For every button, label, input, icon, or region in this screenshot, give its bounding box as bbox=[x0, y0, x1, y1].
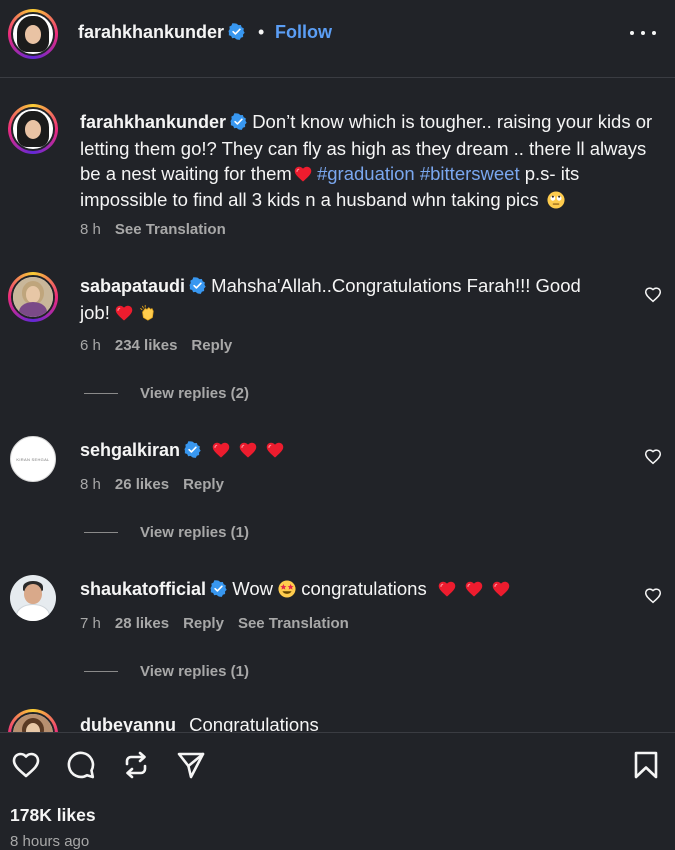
comment-avatar[interactable] bbox=[8, 272, 58, 322]
heart-emoji-icon bbox=[492, 580, 510, 598]
follow-button[interactable]: Follow bbox=[275, 22, 332, 43]
comment-username[interactable]: sabapataudi bbox=[80, 276, 185, 296]
author-name-row: farahkhankunder bbox=[78, 22, 245, 43]
clap-emoji-icon bbox=[140, 304, 154, 321]
caption-time: 8 h bbox=[80, 221, 101, 238]
comment-text: shaukatofficial Wow congratulations bbox=[80, 576, 620, 603]
see-translation-link[interactable]: See Translation bbox=[115, 221, 226, 238]
more-options-icon[interactable] bbox=[628, 26, 658, 40]
post-likes-count[interactable]: 178K likes bbox=[10, 805, 96, 826]
author-avatar[interactable] bbox=[8, 9, 58, 59]
heart-emoji-icon bbox=[212, 441, 230, 459]
caption-text: farahkhankunder Don’t know which is toug… bbox=[80, 109, 660, 212]
heart-emoji-icon bbox=[438, 580, 456, 598]
post-header: farahkhankunder • Follow bbox=[0, 0, 675, 78]
comment-text: sehgalkiran bbox=[80, 437, 610, 464]
post-timestamp: 8 hours ago bbox=[10, 833, 90, 850]
save-icon[interactable] bbox=[630, 749, 662, 781]
like-comment-heart-icon[interactable] bbox=[644, 286, 662, 304]
verified-badge-icon bbox=[228, 23, 245, 40]
send-icon[interactable] bbox=[175, 749, 207, 781]
comment-time: 7 h bbox=[80, 615, 101, 632]
comment-avatar[interactable]: KIRAN SEHGAL bbox=[10, 436, 56, 482]
comment-avatar[interactable] bbox=[10, 575, 56, 621]
view-replies-button[interactable]: View replies (1) bbox=[84, 524, 249, 541]
comment-text: sabapataudi Mahsha'Allah..Congratulation… bbox=[80, 273, 610, 325]
heart-emoji-icon bbox=[465, 580, 483, 598]
view-replies-label: View replies (1) bbox=[140, 663, 249, 680]
heart-icon[interactable] bbox=[10, 749, 42, 781]
reply-button[interactable]: Reply bbox=[191, 337, 232, 354]
author-username[interactable]: farahkhankunder bbox=[78, 22, 224, 42]
view-replies-label: View replies (1) bbox=[140, 524, 249, 541]
heart-emoji-icon bbox=[266, 441, 284, 459]
comment-username[interactable]: shaukatofficial bbox=[80, 579, 206, 599]
heart-emoji-icon bbox=[294, 165, 312, 183]
verified-badge-icon bbox=[184, 441, 201, 458]
verified-badge-icon bbox=[230, 113, 247, 130]
reply-button[interactable]: Reply bbox=[183, 476, 224, 493]
like-comment-heart-icon[interactable] bbox=[644, 587, 662, 605]
comment-meta: 8 h 26 likes Reply bbox=[80, 476, 238, 493]
share-icon[interactable] bbox=[120, 749, 152, 781]
comment-time: 8 h bbox=[80, 476, 101, 493]
view-replies-button[interactable]: View replies (2) bbox=[84, 385, 249, 402]
caption-meta: 8 h See Translation bbox=[80, 221, 240, 238]
comment-username[interactable]: sehgalkiran bbox=[80, 440, 180, 460]
heart-emoji-icon bbox=[239, 441, 257, 459]
post-actions-bar: 178K likes 8 hours ago bbox=[0, 732, 675, 850]
caption-username[interactable]: farahkhankunder bbox=[80, 112, 226, 132]
view-replies-label: View replies (2) bbox=[140, 385, 249, 402]
comment-likes[interactable]: 26 likes bbox=[115, 476, 169, 493]
reply-button[interactable]: Reply bbox=[183, 615, 224, 632]
heart-emoji-icon bbox=[115, 304, 133, 322]
comment-meta: 6 h 234 likes Reply bbox=[80, 337, 246, 354]
comment-body-end: congratulations bbox=[301, 578, 427, 599]
star-struck-emoji-icon bbox=[278, 580, 296, 598]
comment-icon[interactable] bbox=[65, 749, 97, 781]
comment-likes[interactable]: 234 likes bbox=[115, 337, 178, 354]
view-replies-button[interactable]: View replies (1) bbox=[84, 663, 249, 680]
separator-dot: • bbox=[258, 22, 265, 42]
avatar-logo-text: KIRAN SEHGAL bbox=[16, 456, 50, 462]
comment-likes[interactable]: 28 likes bbox=[115, 615, 169, 632]
eye-roll-emoji-icon bbox=[547, 190, 565, 209]
caption-avatar[interactable] bbox=[8, 104, 58, 154]
verified-badge-icon bbox=[189, 277, 206, 294]
hashtag-graduation[interactable]: #graduation bbox=[317, 163, 415, 184]
post-comments-panel: farahkhankunder • Follow farahkhankunder… bbox=[0, 0, 675, 850]
hashtag-bittersweet[interactable]: #bittersweet bbox=[420, 163, 520, 184]
verified-badge-icon bbox=[210, 580, 227, 597]
like-comment-heart-icon[interactable] bbox=[644, 448, 662, 466]
see-translation-link[interactable]: See Translation bbox=[238, 615, 349, 632]
comment-body-start: Wow bbox=[232, 578, 273, 599]
comment-meta: 7 h 28 likes Reply See Translation bbox=[80, 615, 363, 632]
comment-time: 6 h bbox=[80, 337, 101, 354]
